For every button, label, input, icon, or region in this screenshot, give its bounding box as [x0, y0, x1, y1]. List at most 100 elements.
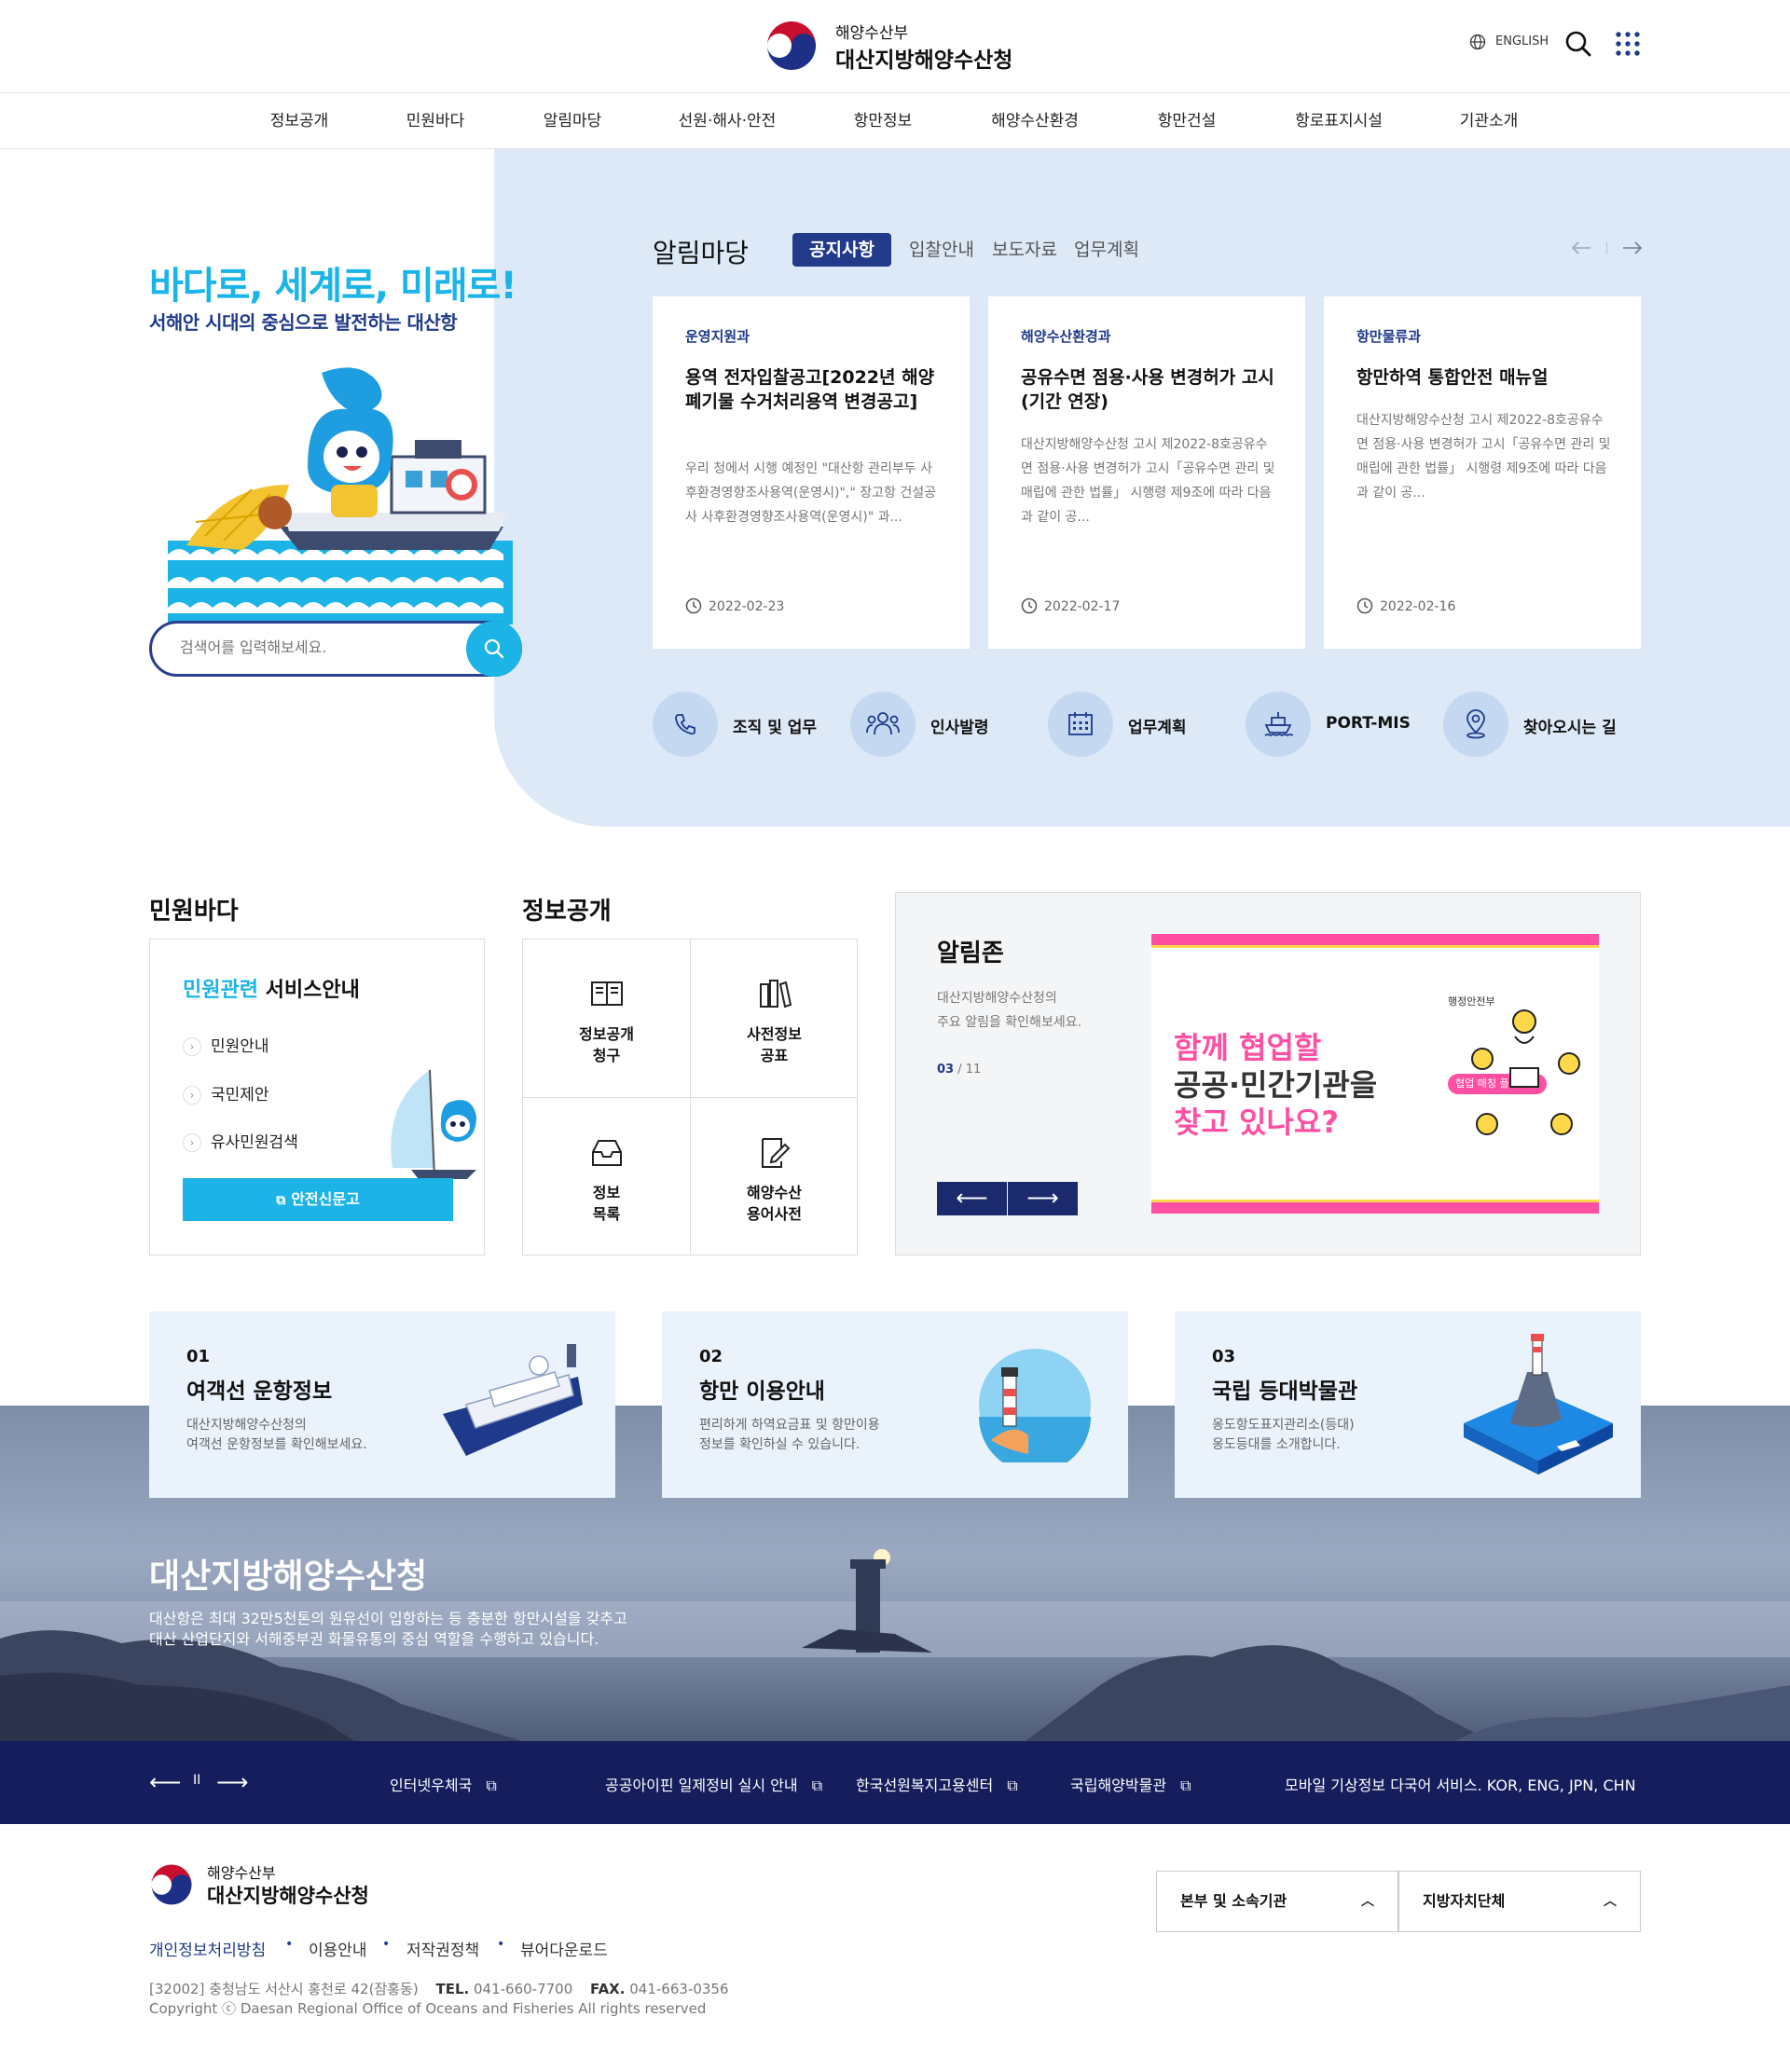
nav-item-marine-environment[interactable]: 해양수산환경 [991, 93, 1079, 149]
card-title: 항만하역 통합안전 매뉴얼 [1356, 367, 1549, 388]
civil-item-proposal[interactable]: › 국민제안 [183, 1081, 269, 1105]
arrow-right-icon: ⟶ [1026, 1185, 1059, 1211]
footer-logo[interactable]: 해양수산부 대산지방해양수산청 [149, 1859, 429, 1913]
related-link-mobile-weather[interactable]: 모바일 기상정보 다국어 서비스. KOR, ENG, JPN, CHN [1285, 1773, 1636, 1795]
related-link-label: 공공아이핀 일제정비 실시 안내 [605, 1777, 798, 1794]
card-department: 해양수산환경과 [1021, 328, 1111, 345]
ship-icon [1264, 712, 1293, 737]
info-cell-prior-disclosure[interactable]: 사전정보 공표 [691, 940, 858, 1097]
banner-title: 국립 등대박물관 [1212, 1379, 1358, 1404]
civil-item-label: 국민제안 [211, 1086, 269, 1105]
civil-item-guide[interactable]: › 민원안내 [183, 1033, 269, 1056]
nav-item-info-disclosure[interactable]: 정보공개 [270, 93, 329, 149]
alimzone-desc-line: 주요 알림을 확인해보세요. [937, 1015, 1082, 1030]
external-link-icon: ⧉ [276, 1193, 286, 1208]
quicklink-label: 업무계획 [1128, 719, 1187, 737]
footer-link-usage[interactable]: 이용안내 [309, 1937, 367, 1960]
tab-work-plan[interactable]: 업무계획 [1074, 233, 1139, 267]
banner-lighthouse-museum[interactable]: 03 국립 등대박물관 옹도항도표지관리소(등대) 옹도등대를 소개합니다. [1175, 1311, 1641, 1498]
tab-notices[interactable]: 공지사항 [792, 233, 891, 267]
sea-desc-line: 대산항은 최대 32만5천톤의 원유선이 입항하는 등 충분한 항만시설을 갖추… [149, 1610, 627, 1627]
footer-link-separator: • [285, 1937, 294, 1952]
linkbar-next-arrow-icon[interactable]: ⟶ [216, 1769, 248, 1795]
lighthouse-circle-illustration [979, 1349, 1091, 1462]
select-label: 지방자치단체 [1423, 1892, 1506, 1910]
site-logo[interactable]: 해양수산부 대산지방해양수산청 [764, 16, 1044, 77]
nav-item-about[interactable]: 기관소개 [1460, 93, 1519, 149]
tab-bids[interactable]: 입찰안내 [909, 233, 974, 267]
info-cell-request[interactable]: 정보공개청구 [523, 940, 690, 1097]
clock-icon [1021, 597, 1038, 614]
search-box [149, 621, 522, 677]
info-cell-list[interactable]: 정보 목록 [523, 1098, 690, 1256]
related-link-ipin[interactable]: 공공아이핀 일제정비 실시 안내 ⧉ [605, 1773, 822, 1795]
banner-description: 편리하게 하역요금표 및 항만이용 정보를 확인하실 수 있습니다. [699, 1416, 880, 1455]
footer-link-separator: • [382, 1937, 391, 1952]
quicklink-label: PORT-MIS [1326, 714, 1411, 733]
info-cell-label: 청구 [592, 1047, 621, 1064]
arrow-left-icon[interactable] [1571, 240, 1591, 255]
clock-icon [685, 597, 702, 614]
notice-card[interactable]: 해양수산환경과 공유수면 점용·사용 변경허가 고시(기간 연장) 대산지방해양… [988, 296, 1305, 649]
alimzone-promo-banner[interactable]: 함께 협업할 공공·민간기관을 찾고 있나요? 행정안전부 협업 매칭 플랫폼 … [1151, 934, 1599, 1214]
alimzone-prev-button[interactable]: ⟵ [937, 1182, 1007, 1215]
info-cell-label: 정보공개 [579, 1025, 634, 1043]
civil-box-title-accent: 민원관련 [183, 979, 258, 1002]
banner-number: 02 [699, 1347, 723, 1366]
select-label: 본부 및 소속기관 [1180, 1892, 1287, 1910]
site-header: 해양수산부 대산지방해양수산청 ENGLISH [0, 0, 1790, 93]
local-governments-select[interactable]: 지방자치단체 ︿ [1398, 1871, 1641, 1932]
info-cell-label: 공표 [760, 1047, 789, 1064]
search-button[interactable] [466, 621, 522, 677]
arrow-right-icon[interactable] [1622, 240, 1643, 255]
banner-desc-line: 여객선 운항정보를 확인해보세요. [186, 1437, 367, 1452]
banner-desc-line: 정보를 확인하실 수 있습니다. [699, 1437, 861, 1452]
all-menu-icon[interactable] [1616, 32, 1640, 56]
search-icon[interactable] [1564, 30, 1592, 58]
alimzone-next-button[interactable]: ⟶ [1008, 1182, 1078, 1215]
main-navigation: 정보공개 민원바다 알림마당 선원·해사·안전 항만정보 해양수산환경 항만건설… [0, 93, 1790, 149]
tab-press[interactable]: 보도자료 [992, 233, 1057, 267]
nav-item-port-construction[interactable]: 항만건설 [1158, 93, 1217, 149]
nav-item-navigation-aids[interactable]: 항로표지시설 [1295, 93, 1383, 149]
related-agencies-select[interactable]: 본부 및 소속기관 ︿ [1156, 1871, 1398, 1932]
pause-icon[interactable]: II [193, 1773, 200, 1788]
sea-description: 대산항은 최대 32만5천톤의 원유선이 입항하는 등 충분한 항만시설을 갖추… [149, 1609, 627, 1650]
nav-item-seafarer-safety[interactable]: 선원·해사·안전 [679, 93, 777, 149]
linkbar-prev-arrow-icon[interactable]: ⟵ [149, 1769, 181, 1795]
related-link-label: 한국선원복지고용센터 [856, 1777, 994, 1794]
arrow-left-icon: ⟵ [956, 1185, 988, 1211]
info-cell-label: 목록 [592, 1205, 621, 1223]
related-links-bar: ⟵ II ⟶ 인터넷우체국 ⧉ 공공아이핀 일제정비 실시 안내 ⧉ 한국선원복… [0, 1741, 1790, 1824]
safety-report-button[interactable]: ⧉ 안전신문고 [183, 1178, 453, 1221]
footer-link-viewer-download[interactable]: 뷰어다운로드 [520, 1937, 608, 1960]
notice-card[interactable]: 운영지원과 용역 전자입찰공고[2022년 해양폐기물 수거처리용역 변경공고]… [653, 296, 970, 649]
nav-item-port-info[interactable]: 항만정보 [854, 93, 913, 149]
banner-desc-line: 옹도등대를 소개합니다. [1212, 1437, 1341, 1452]
taegeuk-emblem-icon [765, 20, 818, 72]
civil-item-label: 민원안내 [211, 1037, 269, 1056]
banner-port-guide[interactable]: 02 항만 이용안내 편리하게 하역요금표 및 항만이용 정보를 확인하실 수 있… [662, 1311, 1128, 1498]
related-link-post-office[interactable]: 인터넷우체국 ⧉ [390, 1773, 497, 1795]
footer-link-copyright-policy[interactable]: 저작권정책 [406, 1937, 479, 1960]
nav-item-civil-service[interactable]: 민원바다 [406, 93, 465, 149]
notice-card[interactable]: 항만물류과 항만하역 통합안전 매뉴얼 대산지방해양수산청 고시 제2022-8… [1324, 296, 1641, 649]
sea-desc-line: 대산 산업단지와 서해중부권 화물유통의 중심 역할을 수행하고 있습니다. [149, 1630, 599, 1648]
related-link-label: 국립해양박물관 [1070, 1777, 1167, 1794]
info-cell-glossary[interactable]: 해양수산 용어사전 [691, 1098, 858, 1256]
related-link-seafarer-welfare[interactable]: 한국선원복지고용센터 ⧉ [856, 1773, 1018, 1795]
search-input[interactable] [180, 638, 460, 656]
nav-item-notice[interactable]: 알림마당 [544, 93, 602, 149]
footer-copyright: Copyright ⓒ Daesan Regional Office of Oc… [149, 2000, 707, 2017]
footer-fax: 041-663-0356 [629, 1981, 729, 1997]
language-label: ENGLISH [1495, 34, 1549, 48]
chevron-right-icon: › [183, 1086, 201, 1105]
related-link-maritime-museum[interactable]: 국립해양박물관 ⧉ [1070, 1773, 1191, 1795]
promo-line-2: 공공·민간기관을 [1174, 1067, 1378, 1103]
banner-ferry-info[interactable]: 01 여객선 운항정보 대산지방해양수산청의 여객선 운항정보를 확인해보세요. [149, 1311, 615, 1498]
card-description: 우리 청에서 시행 예정인 "대산항 관리부두 사후환경영향조사용역(운영시)"… [685, 461, 936, 525]
external-link-icon: ⧉ [1180, 1777, 1191, 1794]
civil-item-similar-search[interactable]: › 유사민원검색 [183, 1129, 298, 1152]
footer-link-privacy[interactable]: 개인정보처리방침 [149, 1937, 266, 1960]
people-collaboration-illustration [1471, 1009, 1580, 1135]
